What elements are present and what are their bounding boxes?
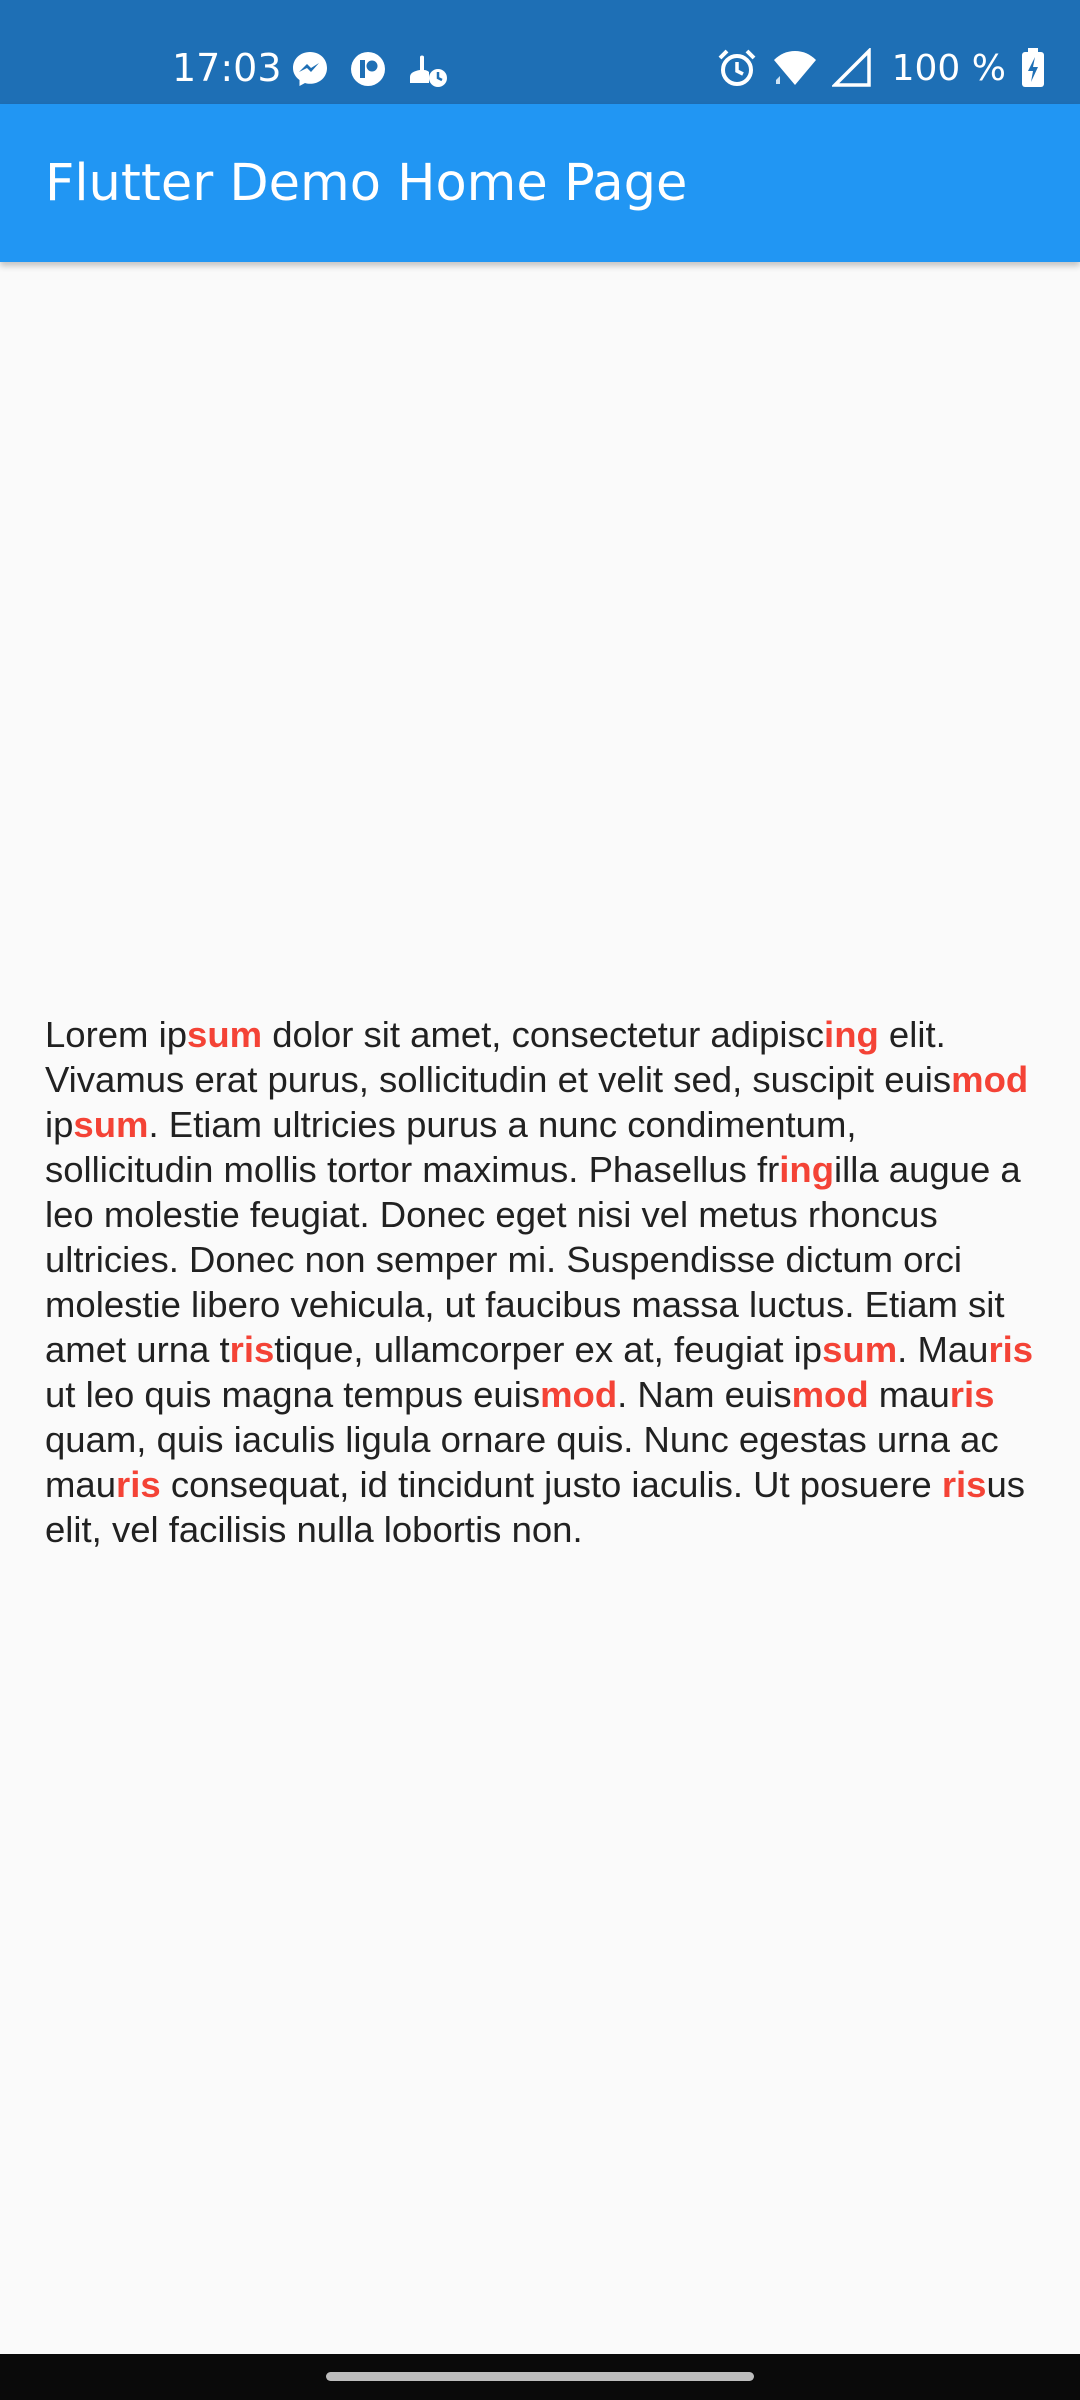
paragraph-text: . Nam euis bbox=[617, 1374, 792, 1415]
paragraph-text: Lorem ip bbox=[45, 1014, 188, 1055]
highlighted-text: ris bbox=[941, 1464, 987, 1505]
highlighted-text: mod bbox=[540, 1374, 618, 1415]
system-indicators: 100 % bbox=[716, 44, 1046, 92]
status-bar: 17:03 100 % bbox=[0, 0, 1080, 104]
cell-signal-icon bbox=[831, 48, 872, 88]
battery-percentage: 100 % bbox=[891, 47, 1006, 89]
highlighted-text: ris bbox=[988, 1329, 1034, 1370]
highlighted-text: ris bbox=[229, 1329, 275, 1370]
highlighted-text: sum bbox=[822, 1329, 898, 1370]
background-task-icon bbox=[406, 49, 450, 89]
highlighted-text: sum bbox=[73, 1104, 149, 1145]
notification-icons bbox=[290, 48, 450, 90]
navigation-bar bbox=[0, 2354, 1080, 2400]
app-bar: Flutter Demo Home Page bbox=[0, 104, 1080, 262]
wifi-icon bbox=[772, 48, 818, 88]
home-gesture-handle[interactable] bbox=[326, 2372, 754, 2381]
highlighted-text: ing bbox=[824, 1014, 879, 1055]
paragraph-text: ut leo quis magna tempus euis bbox=[45, 1374, 541, 1415]
app-icon bbox=[348, 49, 388, 89]
lorem-ipsum-paragraph: Lorem ipsum dolor sit amet, consectetur … bbox=[45, 1012, 1035, 1552]
paragraph-text: . Etiam ultricies purus a nunc condiment… bbox=[45, 1104, 857, 1190]
highlighted-text: mod bbox=[791, 1374, 869, 1415]
highlighted-text: ris bbox=[949, 1374, 995, 1415]
highlighted-text: sum bbox=[187, 1014, 263, 1055]
status-time: 17:03 bbox=[172, 46, 282, 90]
messenger-icon bbox=[290, 49, 330, 89]
page-title: Flutter Demo Home Page bbox=[45, 154, 688, 213]
paragraph-text: tique, ullamcorper ex at, feugiat ip bbox=[274, 1329, 823, 1370]
paragraph-text: dolor sit amet, consectetur adipisc bbox=[262, 1014, 825, 1055]
alarm-icon bbox=[716, 47, 758, 89]
paragraph-text: . Mau bbox=[897, 1329, 989, 1370]
highlighted-text: mod bbox=[951, 1059, 1029, 1100]
highlighted-text: ing bbox=[779, 1149, 835, 1190]
battery-charging-icon bbox=[1020, 48, 1046, 88]
highlighted-text: ris bbox=[116, 1464, 161, 1505]
paragraph-text: mau bbox=[868, 1374, 950, 1415]
paragraph-text: ip bbox=[45, 1104, 74, 1145]
paragraph-text: consequat, id tincidunt justo iaculis. U… bbox=[160, 1464, 942, 1505]
